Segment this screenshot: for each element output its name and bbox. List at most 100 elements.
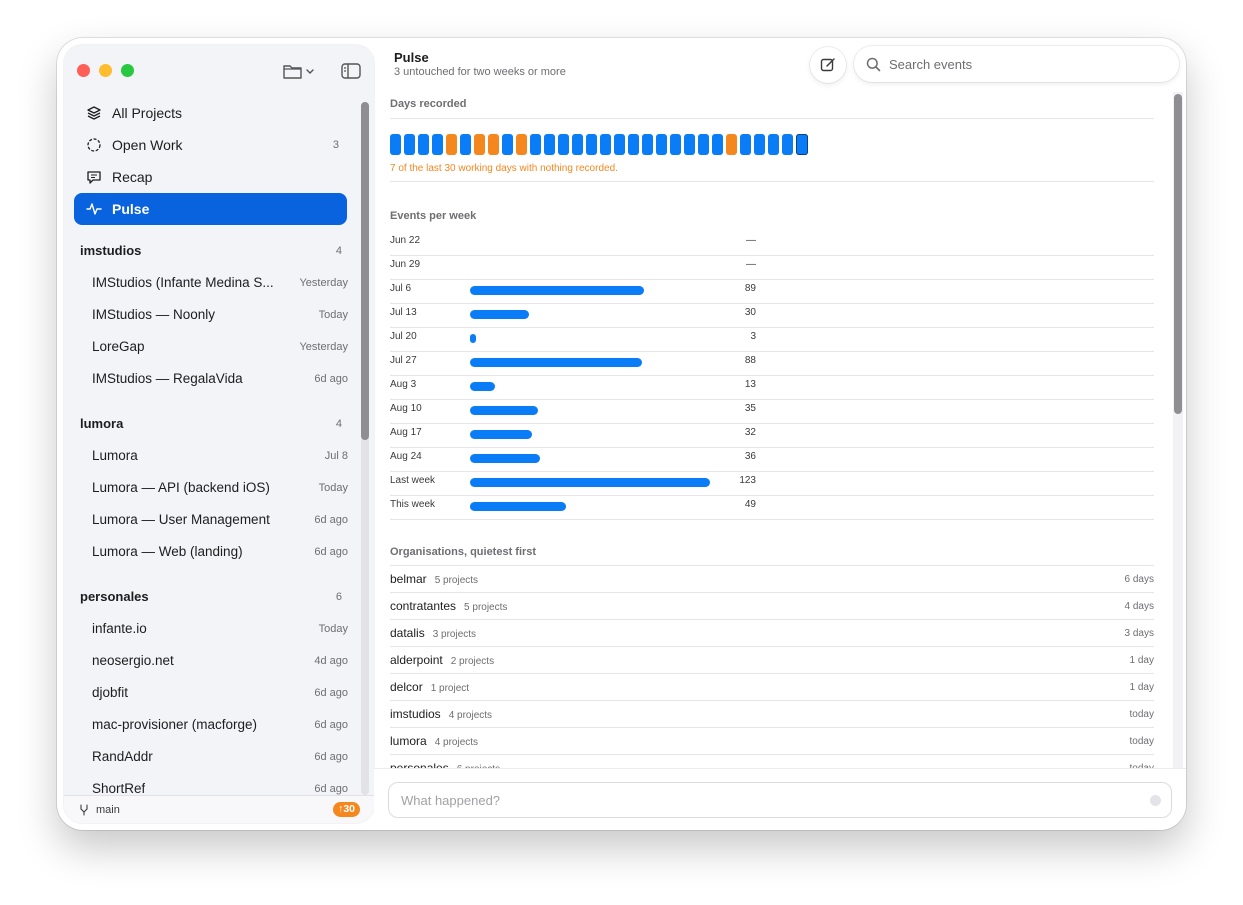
organisation-quiet-age: 1 day bbox=[1129, 682, 1154, 693]
organisation-name: datalis bbox=[390, 626, 425, 640]
project-last-activity: 6d ago bbox=[314, 687, 348, 699]
sidebar-project-item[interactable]: IMStudios (Infante Medina S... Yesterday bbox=[92, 275, 348, 290]
folder-menu-button[interactable] bbox=[282, 61, 316, 81]
week-value: 30 bbox=[744, 307, 756, 318]
day-cell-recorded bbox=[418, 134, 429, 155]
week-value: 35 bbox=[744, 403, 756, 414]
week-label: Aug 10 bbox=[390, 403, 422, 414]
organisation-row[interactable]: alderpoint 2 projects bbox=[390, 653, 494, 667]
toggle-sidebar-button[interactable] bbox=[340, 61, 362, 81]
divider bbox=[390, 303, 1154, 304]
day-cell-recorded bbox=[754, 134, 765, 155]
sidebar-project-item[interactable]: ShortRef 6d ago bbox=[92, 781, 348, 796]
organisation-name: lumora bbox=[390, 734, 427, 748]
week-bar bbox=[470, 454, 540, 463]
week-label: Jul 6 bbox=[390, 283, 412, 294]
day-cell-today bbox=[796, 134, 808, 155]
week-bar bbox=[470, 334, 476, 343]
nav-recap[interactable]: Recap bbox=[74, 161, 347, 193]
week-value: 32 bbox=[744, 427, 756, 438]
organisation-project-count: 3 projects bbox=[432, 629, 477, 640]
sidebar-project-item[interactable]: infante.io Today bbox=[92, 621, 348, 636]
group-header[interactable]: personales 6 bbox=[80, 589, 346, 604]
divider bbox=[390, 565, 1154, 566]
day-cell-recorded bbox=[600, 134, 611, 155]
event-input[interactable] bbox=[388, 782, 1172, 818]
minimize-window-button[interactable] bbox=[99, 64, 112, 77]
sidebar-project-item[interactable]: Lumora Jul 8 bbox=[92, 448, 348, 463]
organisation-quiet-age: 4 days bbox=[1124, 601, 1154, 612]
group-header[interactable]: lumora 4 bbox=[80, 416, 346, 431]
divider bbox=[390, 399, 1154, 400]
sidebar-project-item[interactable]: RandAddr 6d ago bbox=[92, 749, 348, 764]
main-scrollbar[interactable] bbox=[1174, 94, 1182, 414]
sidebar-project-item[interactable]: IMStudios — RegalaVida 6d ago bbox=[92, 371, 348, 386]
sidebar-project-item[interactable]: IMStudios — Noonly Today bbox=[92, 307, 348, 322]
divider bbox=[390, 375, 1154, 376]
circle-dashed-icon bbox=[86, 137, 102, 153]
project-name: mac-provisioner (macforge) bbox=[92, 717, 258, 732]
search-input[interactable] bbox=[889, 56, 1159, 72]
organisation-project-count: 5 projects bbox=[464, 602, 508, 613]
folder-icon bbox=[283, 65, 314, 79]
sidebar-project-item[interactable]: Lumora — User Management 6d ago bbox=[92, 512, 348, 527]
group-header[interactable]: imstudios 4 bbox=[80, 243, 346, 258]
week-bar bbox=[470, 310, 529, 319]
week-value: 123 bbox=[739, 475, 756, 486]
week-value: 3 bbox=[750, 331, 756, 342]
sidebar-project-item[interactable]: LoreGap Yesterday bbox=[92, 339, 348, 354]
organisation-name: belmar bbox=[390, 572, 427, 586]
day-cell-recorded bbox=[628, 134, 639, 155]
app-window: All Projects Open Work 3 Recap Pulse ims… bbox=[57, 38, 1186, 830]
nav-all-projects[interactable]: All Projects bbox=[74, 97, 347, 129]
week-label: Aug 24 bbox=[390, 451, 422, 462]
day-cell-recorded bbox=[558, 134, 569, 155]
week-label: This week bbox=[390, 499, 436, 510]
sidebar-project-item[interactable]: neosergio.net 4d ago bbox=[92, 653, 348, 668]
day-cell-recorded bbox=[572, 134, 583, 155]
week-label: Jul 13 bbox=[390, 307, 417, 318]
commits-ahead-badge[interactable]: ↑30 bbox=[333, 802, 360, 817]
day-cell-recorded bbox=[712, 134, 723, 155]
sidebar-project-item[interactable]: mac-provisioner (macforge) 6d ago bbox=[92, 717, 348, 732]
divider bbox=[390, 471, 1154, 472]
nav-pulse[interactable]: Pulse bbox=[74, 193, 347, 225]
divider bbox=[390, 181, 1154, 182]
git-branch-icon bbox=[78, 804, 90, 819]
week-bar bbox=[470, 382, 495, 391]
project-last-activity: 6d ago bbox=[314, 373, 348, 385]
sidebar-project-item[interactable]: djobfit 6d ago bbox=[92, 685, 348, 700]
organisation-row[interactable]: belmar 5 projects bbox=[390, 572, 478, 586]
week-bar bbox=[470, 430, 532, 439]
organisation-project-count: 4 projects bbox=[434, 737, 479, 748]
organisation-row[interactable]: lumora 4 projects bbox=[390, 734, 478, 748]
day-cell-recorded bbox=[698, 134, 709, 155]
zoom-window-button[interactable] bbox=[121, 64, 134, 77]
divider bbox=[390, 673, 1154, 674]
project-last-activity: Today bbox=[318, 623, 348, 635]
close-window-button[interactable] bbox=[77, 64, 90, 77]
day-cell-recorded bbox=[460, 134, 471, 155]
project-name: LoreGap bbox=[92, 339, 145, 354]
group-count: 6 bbox=[335, 591, 342, 603]
organisation-row[interactable]: datalis 3 projects bbox=[390, 626, 476, 640]
sidebar-project-item[interactable]: Lumora — Web (landing) 6d ago bbox=[92, 544, 348, 559]
message-icon bbox=[86, 169, 102, 185]
organisation-row[interactable]: personales6 projects bbox=[390, 761, 500, 768]
organisation-row[interactable]: imstudios 4 projects bbox=[390, 707, 492, 721]
organisation-name: imstudios bbox=[390, 707, 441, 721]
group-name: lumora bbox=[80, 416, 124, 431]
organisation-row[interactable]: delcor 1 project bbox=[390, 680, 469, 694]
new-event-button[interactable] bbox=[810, 47, 846, 83]
sidebar-scrollbar[interactable] bbox=[361, 102, 369, 440]
organisation-project-count: 5 projects bbox=[434, 575, 479, 586]
nav-open-work[interactable]: Open Work 3 bbox=[74, 129, 347, 161]
send-button[interactable] bbox=[1150, 795, 1161, 806]
sidebar-project-item[interactable]: Lumora — API (backend iOS) Today bbox=[92, 480, 348, 495]
organisation-row[interactable]: contratantes 5 projects bbox=[390, 599, 507, 613]
divider bbox=[390, 727, 1154, 728]
divider bbox=[390, 327, 1154, 328]
project-name: infante.io bbox=[92, 621, 147, 636]
day-cell-recorded bbox=[782, 134, 793, 155]
search-bar[interactable] bbox=[854, 46, 1179, 82]
